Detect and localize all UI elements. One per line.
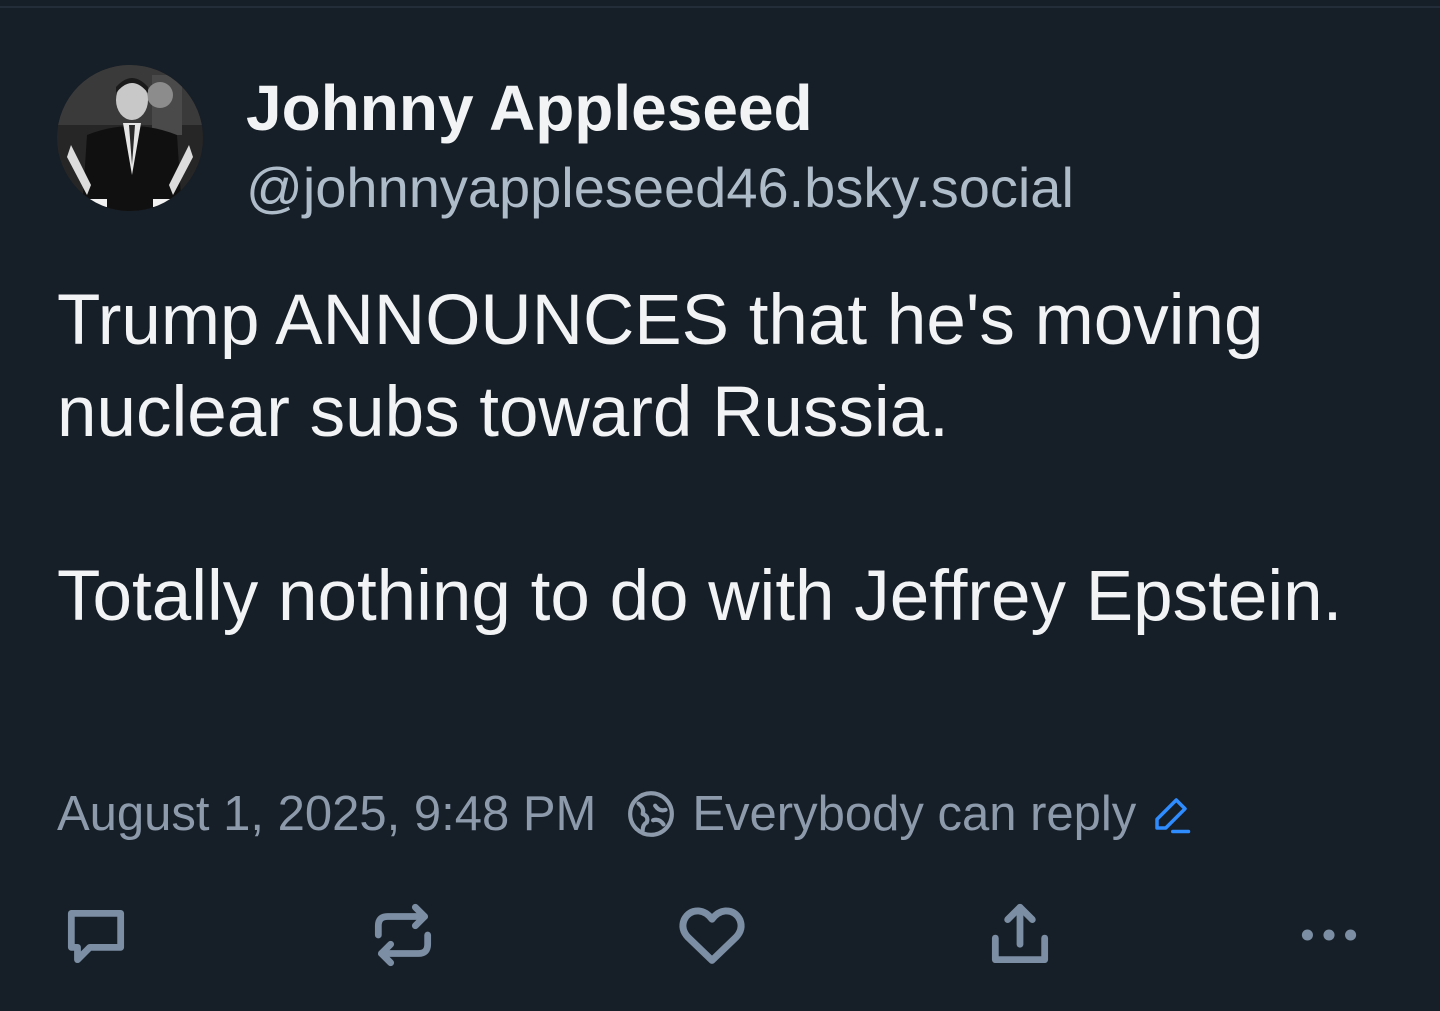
- post-timestamp[interactable]: August 1, 2025, 9:48 PM: [57, 786, 596, 842]
- share-icon: [991, 903, 1049, 964]
- heart-icon: [679, 907, 745, 964]
- more-icon: [1301, 929, 1357, 941]
- avatar[interactable]: [57, 65, 203, 211]
- share-button[interactable]: [980, 895, 1060, 975]
- author-handle[interactable]: @johnnyappleseed46.bsky.social: [246, 153, 1074, 223]
- avatar-photo: [57, 65, 203, 211]
- reply-setting-label[interactable]: Everybody can reply: [692, 786, 1136, 842]
- top-divider: [0, 0, 1440, 8]
- post-actions: [0, 895, 1440, 975]
- repost-button[interactable]: [363, 895, 443, 975]
- repost-icon: [374, 903, 432, 967]
- like-button[interactable]: [672, 895, 752, 975]
- author-display-name[interactable]: Johnny Appleseed: [246, 72, 813, 144]
- reply-button[interactable]: [56, 895, 136, 975]
- post-text: Trump ANNOUNCES that he's moving nuclear…: [57, 275, 1397, 643]
- reply-icon: [67, 910, 125, 964]
- post-paragraph: Trump ANNOUNCES that he's moving nuclear…: [57, 281, 1264, 452]
- post-paragraph: Totally nothing to do with Jeffrey Epste…: [57, 557, 1343, 636]
- pencil-icon[interactable]: [1150, 793, 1192, 835]
- globe-icon: [628, 791, 675, 837]
- more-button[interactable]: [1289, 895, 1369, 975]
- post-meta: August 1, 2025, 9:48 PM Everybody can re…: [57, 782, 1192, 846]
